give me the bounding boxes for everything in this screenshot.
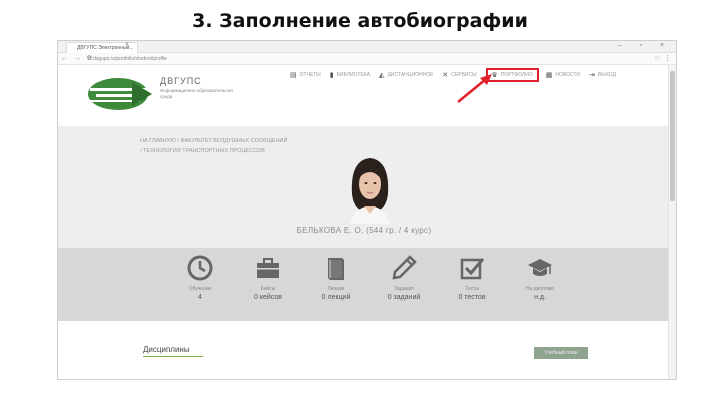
nav-label: ПОРТФОЛИО bbox=[500, 72, 533, 78]
bookmark-star-icon[interactable]: ☆ bbox=[654, 54, 660, 62]
breadcrumb: НА ГЛАВНУЮ / ФАКУЛЬТЕТ ВОЗДУШНЫХ СООБЩЕН… bbox=[140, 136, 287, 156]
stat-value: н.д. bbox=[534, 294, 546, 301]
nav-label: ОТЧЕТЫ bbox=[299, 72, 321, 78]
stat-lectures[interactable]: Лекции 0 лекций bbox=[306, 254, 366, 301]
book-icon bbox=[328, 258, 344, 280]
breadcrumb-line-1[interactable]: НА ГЛАВНУЮ / ФАКУЛЬТЕТ ВОЗДУШНЫХ СООБЩЕН… bbox=[140, 136, 287, 146]
graduation-cap-icon bbox=[528, 259, 552, 276]
url-field[interactable]: lk.dvgups.ru/portfolio/student/profile bbox=[88, 54, 648, 64]
site-header: ДВГУПС Информационно-образовательная сре… bbox=[58, 66, 670, 126]
nav-item-reports[interactable]: ▤ ОТЧЕТЫ bbox=[290, 71, 321, 79]
stat-value: 4 bbox=[198, 294, 202, 301]
clock-icon bbox=[187, 255, 213, 281]
stat-label: Обучение bbox=[188, 286, 212, 292]
nav-item-portfolio[interactable]: ♛ ПОРТФОЛИО bbox=[485, 68, 539, 82]
stat-study[interactable]: Обучение 4 bbox=[170, 254, 230, 301]
nav-label: СЕРВИСЫ bbox=[451, 72, 477, 78]
close-tab-icon[interactable]: × bbox=[125, 42, 129, 48]
browser-tabbar: ДВГУПС Электронный... × – ▫ × bbox=[58, 41, 676, 53]
stat-label: Лекции bbox=[327, 286, 345, 292]
stat-value: 0 заданий bbox=[387, 294, 421, 301]
trophy-icon: ♛ bbox=[491, 72, 498, 79]
active-tab-underline bbox=[143, 356, 203, 357]
scrollbar-thumb[interactable] bbox=[670, 71, 675, 201]
nav-item-logout[interactable]: ⇥ ВЫХОД bbox=[589, 71, 616, 79]
pencil-icon bbox=[392, 255, 417, 280]
news-icon: ▦ bbox=[545, 72, 553, 79]
top-navigation: ▤ ОТЧЕТЫ ▮ БИБЛИОТЕКА ◭ ДИСТАНЦИОННОЕ ✕ СЕРВ… bbox=[290, 68, 625, 82]
stat-tasks[interactable]: Задания 0 заданий bbox=[374, 254, 434, 301]
nav-label: ДИСТАНЦИОННОЕ bbox=[387, 72, 434, 78]
nav-label: НОВОСТИ bbox=[555, 72, 580, 78]
tools-icon: ✕ bbox=[442, 72, 449, 79]
avatar bbox=[346, 154, 394, 224]
nav-label: ВЫХОД bbox=[597, 72, 616, 78]
stat-tests[interactable]: Тесты 0 тестов bbox=[442, 254, 502, 301]
stat-label: Тесты bbox=[465, 286, 479, 292]
stat-value: 0 лекций bbox=[321, 294, 351, 301]
university-logo[interactable] bbox=[86, 76, 156, 112]
stat-diploma[interactable]: На дипломе н.д. bbox=[510, 254, 570, 301]
address-bar: ← → ⟳ lk.dvgups.ru/portfolio/student/pro… bbox=[58, 53, 676, 65]
breadcrumb-line-2[interactable]: / ТЕХНОЛОГИЯ ТРАНСПОРТНЫХ ПРОЦЕССОВ bbox=[140, 146, 287, 156]
report-icon: ▤ bbox=[290, 72, 297, 79]
logout-icon: ⇥ bbox=[589, 72, 595, 79]
nav-item-news[interactable]: ▦ НОВОСТИ bbox=[546, 71, 580, 79]
stat-cases[interactable]: Кейсы 0 кейсов bbox=[238, 254, 298, 301]
browser-window: ДВГУПС Электронный... × – ▫ × ← → ⟳ lk.d… bbox=[57, 40, 677, 380]
window-controls[interactable]: – ▫ × bbox=[618, 42, 672, 49]
disciplines-tab[interactable]: Дисциплины bbox=[143, 345, 190, 354]
checkbox-icon bbox=[460, 258, 485, 280]
stat-value: 0 тестов bbox=[458, 294, 486, 301]
browser-menu-icon[interactable]: ⋮ bbox=[664, 54, 671, 62]
disciplines-section: Дисциплины Учебный план bbox=[58, 321, 670, 379]
profile-section: НА ГЛАВНУЮ / ФАКУЛЬТЕТ ВОЗДУШНЫХ СООБЩЕН… bbox=[58, 126, 670, 248]
nav-item-library[interactable]: ▮ БИБЛИОТЕКА bbox=[330, 71, 370, 79]
nav-label: БИБЛИОТЕКА bbox=[336, 72, 371, 78]
graduation-icon: ◭ bbox=[379, 72, 385, 79]
stats-bar: Обучение 4 Кейсы 0 кейсов Лекции 0 лекци… bbox=[58, 248, 670, 321]
stat-label: Задания bbox=[394, 286, 414, 292]
logo-subtitle: Информационно-образовательная среда bbox=[160, 88, 233, 99]
student-name: БЕЛЬКОВА Е. О. (544 гр. / 4 курс) bbox=[296, 226, 432, 235]
stat-value: 0 кейсов bbox=[254, 294, 282, 301]
stat-label: Кейсы bbox=[260, 286, 276, 292]
slide-title: 3. Заполнение автобиографии bbox=[192, 10, 528, 32]
study-plan-button[interactable]: Учебный план bbox=[534, 347, 588, 359]
nav-item-distance[interactable]: ◭ ДИСТАНЦИОННОЕ bbox=[379, 71, 433, 79]
stat-label: На дипломе bbox=[525, 286, 555, 292]
scrollbar[interactable] bbox=[668, 65, 676, 379]
book-icon: ▮ bbox=[329, 72, 334, 79]
briefcase-icon bbox=[257, 258, 279, 278]
nav-item-services[interactable]: ✕ СЕРВИСЫ bbox=[442, 71, 476, 79]
logo-title: ДВГУПС bbox=[160, 76, 202, 86]
